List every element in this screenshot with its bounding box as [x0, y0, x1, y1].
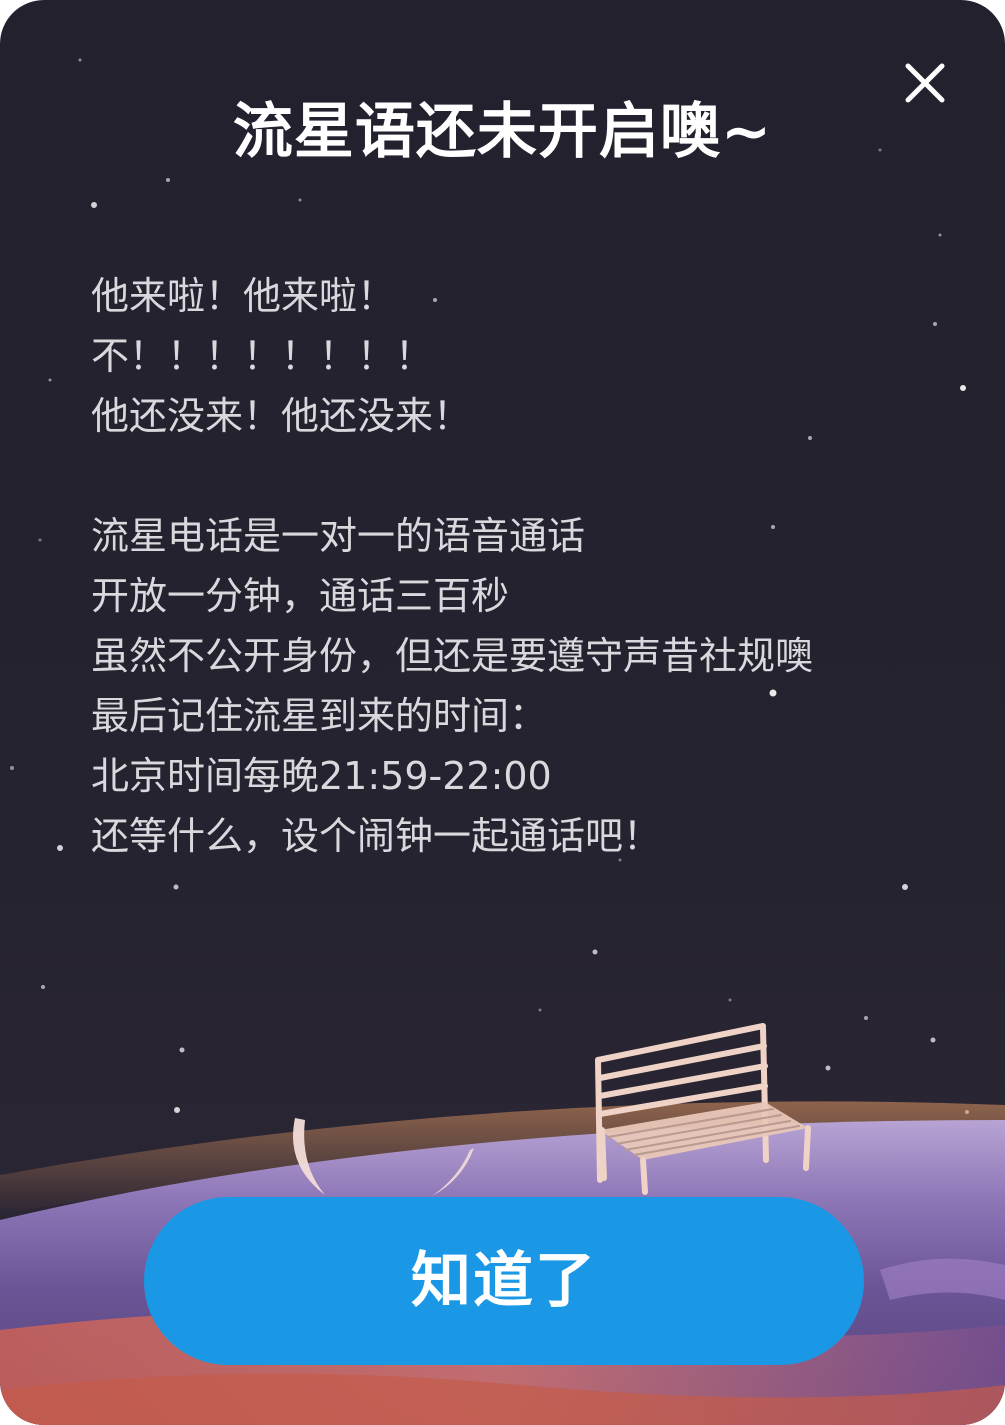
close-icon[interactable]: [896, 54, 954, 112]
dialog-message: 他来啦！他来啦！ 不！！！！！！！！ 他还没来！他还没来！ 流星电话是一对一的语…: [91, 266, 951, 866]
message-line: 不！！！！！！！！: [91, 334, 434, 378]
message-line: 流星电话是一对一的语音通话: [91, 514, 586, 558]
message-line: 他还没来！他还没来！: [91, 394, 472, 438]
message-spacer: [91, 446, 951, 506]
close-button[interactable]: [896, 54, 954, 112]
confirm-button[interactable]: 知道了: [144, 1197, 864, 1365]
message-line: 北京时间每晚21:59-22:00: [91, 754, 552, 798]
message-line: 开放一分钟，通话三百秒: [91, 574, 510, 618]
message-line: 他来啦！他来啦！: [91, 274, 396, 318]
dialog-title: 流星语还未开启噢~: [232, 97, 773, 167]
message-line: 还等什么，设个闹钟一起通话吧！: [91, 814, 662, 858]
meteor-dialog: 流星语还未开启噢~ 他来啦！他来啦！ 不！！！！！！！！ 他还没来！他还没来！ …: [0, 0, 1005, 1425]
message-line: 虽然不公开身份，但还是要遵守声昔社规噢: [91, 634, 814, 678]
message-line: 最后记住流星到来的时间：: [91, 694, 548, 738]
